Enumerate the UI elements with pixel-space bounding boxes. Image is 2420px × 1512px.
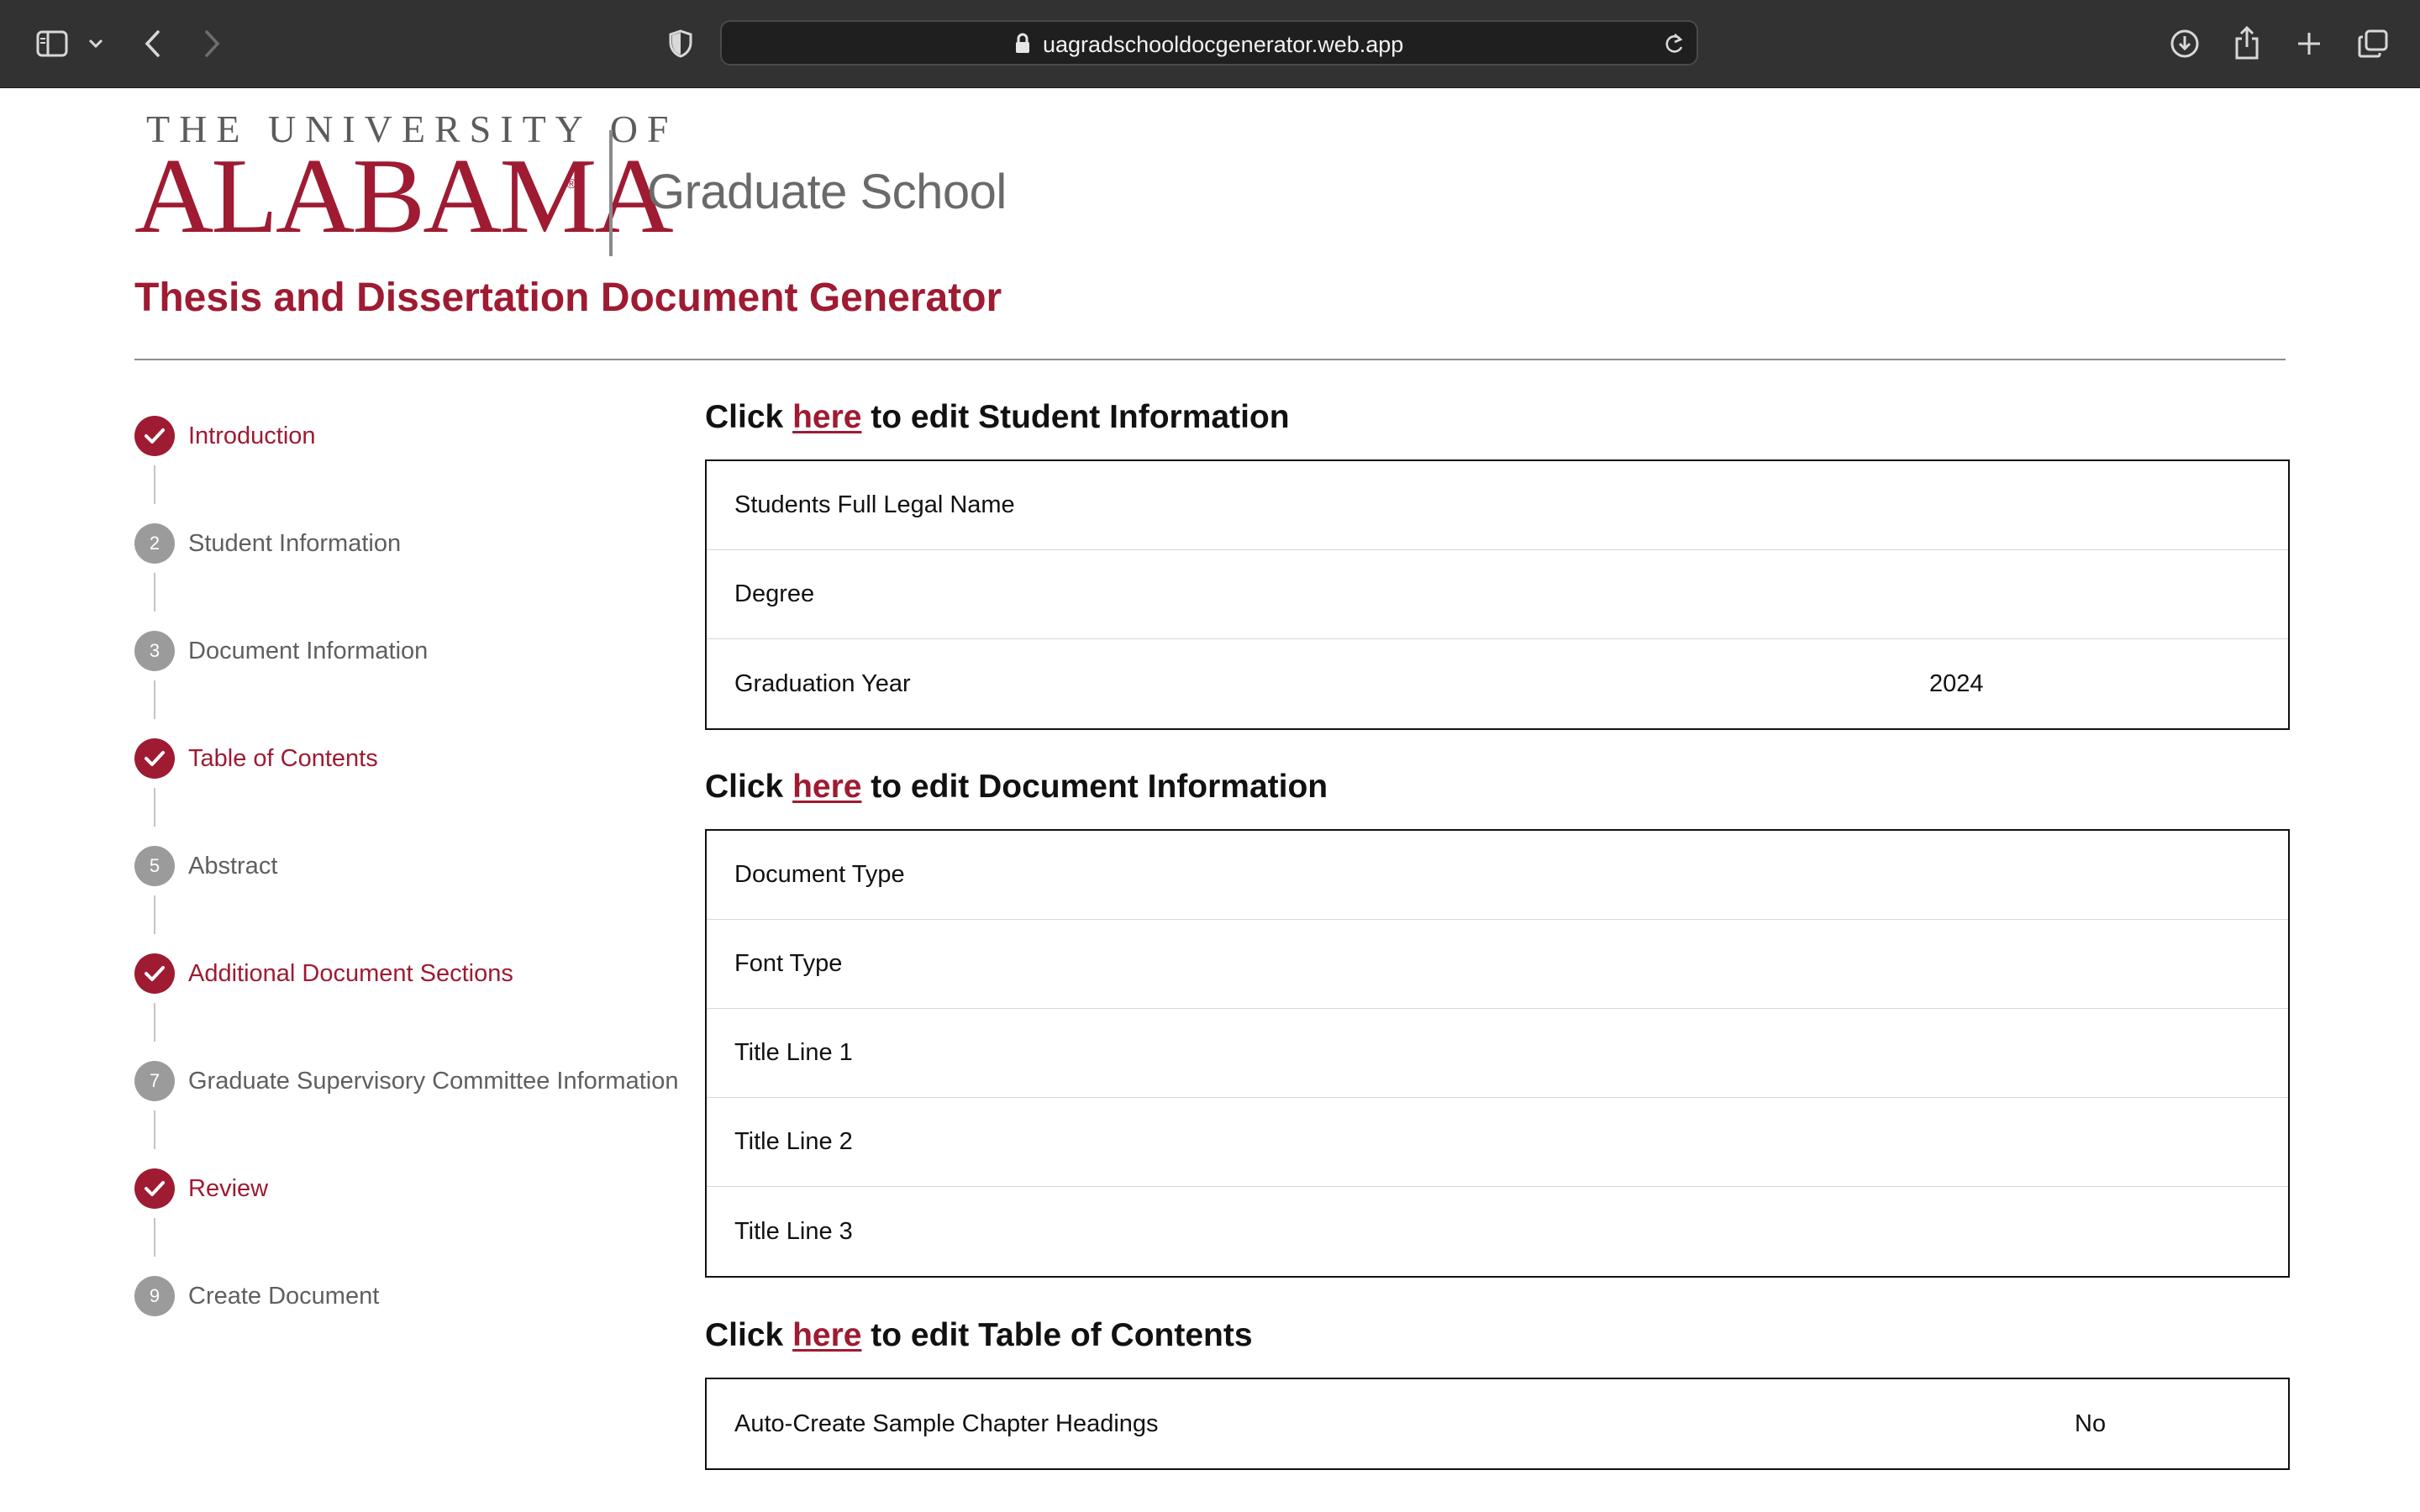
row-value: No bbox=[2075, 1410, 2107, 1437]
step-document-information[interactable]: 3 Document Information bbox=[134, 631, 428, 671]
sidebar-toggle-icon[interactable] bbox=[34, 27, 71, 60]
address-bar[interactable]: uagradschooldocgenerator.web.app bbox=[720, 20, 1698, 66]
table-row: Title Line 3 bbox=[707, 1187, 2288, 1276]
logo-divider bbox=[609, 130, 613, 256]
chevron-down-icon[interactable] bbox=[84, 32, 108, 55]
edit-student-link[interactable]: here bbox=[792, 399, 861, 435]
heading-suffix: to edit Student Information bbox=[861, 399, 1290, 435]
heading-prefix: Click bbox=[705, 1317, 793, 1353]
step-review[interactable]: Review bbox=[134, 1168, 268, 1209]
step-connector bbox=[154, 1110, 155, 1149]
logo-graduate-school-text: Graduate School bbox=[647, 165, 1007, 219]
step-number-badge: 2 bbox=[134, 523, 175, 564]
forward-icon[interactable] bbox=[198, 25, 225, 62]
heading-suffix: to edit Document Information bbox=[861, 769, 1328, 805]
step-introduction[interactable]: Introduction bbox=[134, 416, 316, 456]
row-label: Title Line 2 bbox=[734, 1128, 853, 1155]
step-number-badge: 7 bbox=[134, 1061, 175, 1101]
university-logo[interactable]: THE UNIVERSITY OF ALABAMA ® Graduate Sch… bbox=[134, 105, 1059, 256]
check-icon bbox=[134, 416, 175, 456]
step-label: Introduction bbox=[188, 422, 316, 449]
step-label: Review bbox=[188, 1174, 269, 1202]
step-table-of-contents[interactable]: Table of Contents bbox=[134, 738, 378, 779]
lock-icon bbox=[1014, 33, 1031, 55]
student-info-table: Students Full Legal Name Degree Graduati… bbox=[705, 459, 2290, 730]
page-title: Thesis and Dissertation Document Generat… bbox=[134, 276, 1002, 320]
step-connector bbox=[154, 1003, 155, 1042]
row-label: Title Line 3 bbox=[734, 1217, 853, 1245]
step-label: Graduate Supervisory Committee Informati… bbox=[188, 1067, 679, 1095]
header-divider bbox=[134, 359, 2286, 360]
row-label: Degree bbox=[734, 580, 815, 607]
back-icon[interactable] bbox=[139, 25, 166, 62]
step-connector bbox=[154, 573, 155, 612]
privacy-shield-icon[interactable] bbox=[664, 27, 697, 60]
step-connector bbox=[154, 1218, 155, 1257]
step-label: Student Information bbox=[188, 529, 402, 557]
row-label: Auto-Create Sample Chapter Headings bbox=[734, 1410, 1159, 1437]
logo-registered-mark: ® bbox=[566, 177, 576, 192]
page: THE UNIVERSITY OF ALABAMA ® Graduate Sch… bbox=[0, 88, 2420, 1512]
heading-prefix: Click bbox=[705, 769, 793, 805]
new-tab-icon[interactable] bbox=[2292, 27, 2326, 60]
check-icon bbox=[134, 1168, 175, 1209]
step-number-badge: 3 bbox=[134, 631, 175, 671]
step-label: Additional Document Sections bbox=[188, 959, 513, 987]
step-number-badge: 5 bbox=[134, 846, 175, 886]
table-row: Title Line 1 bbox=[707, 1009, 2288, 1098]
step-create-document[interactable]: 9 Create Document bbox=[134, 1276, 379, 1316]
table-row: Title Line 2 bbox=[707, 1098, 2288, 1187]
step-label: Table of Contents bbox=[188, 744, 378, 772]
step-label: Document Information bbox=[188, 637, 429, 664]
step-graduate-supervisory-committee[interactable]: 7 Graduate Supervisory Committee Informa… bbox=[134, 1061, 678, 1101]
student-section-heading: Click here to edit Student Information bbox=[705, 399, 1290, 436]
share-icon[interactable] bbox=[2230, 22, 2264, 64]
edit-toc-link[interactable]: here bbox=[792, 1317, 861, 1353]
edit-document-link[interactable]: here bbox=[792, 769, 861, 805]
step-number-badge: 9 bbox=[134, 1276, 175, 1316]
table-row: Students Full Legal Name bbox=[707, 461, 2288, 550]
toc-section-heading: Click here to edit Table of Contents bbox=[705, 1317, 1253, 1354]
row-label: Graduation Year bbox=[734, 669, 911, 697]
download-icon[interactable] bbox=[2166, 25, 2203, 62]
heading-prefix: Click bbox=[705, 399, 793, 435]
step-connector bbox=[154, 788, 155, 827]
step-label: Create Document bbox=[188, 1282, 380, 1310]
check-icon bbox=[134, 738, 175, 779]
heading-suffix: to edit Table of Contents bbox=[861, 1317, 1253, 1353]
row-label: Students Full Legal Name bbox=[734, 491, 1015, 518]
step-student-information[interactable]: 2 Student Information bbox=[134, 523, 401, 564]
check-icon bbox=[134, 953, 175, 994]
row-label: Font Type bbox=[734, 950, 843, 977]
table-row: Degree bbox=[707, 550, 2288, 639]
table-row: Document Type bbox=[707, 831, 2288, 920]
row-label: Title Line 1 bbox=[734, 1039, 853, 1066]
reload-icon[interactable] bbox=[1663, 32, 1685, 55]
logo-alabama-text: ALABAMA bbox=[134, 136, 674, 255]
table-row: Auto-Create Sample Chapter Headings No bbox=[707, 1379, 2288, 1468]
document-section-heading: Click here to edit Document Information bbox=[705, 769, 1328, 806]
tab-overview-icon[interactable] bbox=[2354, 25, 2391, 62]
url-text: uagradschooldocgenerator.web.app bbox=[1043, 32, 1404, 57]
step-connector bbox=[154, 680, 155, 719]
browser-toolbar: uagradschooldocgenerator.web.app bbox=[0, 0, 2420, 88]
step-connector bbox=[154, 465, 155, 504]
step-additional-document-sections[interactable]: Additional Document Sections bbox=[134, 953, 513, 994]
step-abstract[interactable]: 5 Abstract bbox=[134, 846, 277, 886]
document-info-table: Document Type Font Type Title Line 1 Tit… bbox=[705, 829, 2290, 1278]
step-connector bbox=[154, 895, 155, 934]
row-value: 2024 bbox=[1929, 669, 1984, 697]
toc-info-table: Auto-Create Sample Chapter Headings No bbox=[705, 1378, 2290, 1470]
table-row: Graduation Year 2024 bbox=[707, 639, 2288, 728]
step-label: Abstract bbox=[188, 852, 278, 879]
table-row: Font Type bbox=[707, 920, 2288, 1009]
row-label: Document Type bbox=[734, 861, 905, 888]
